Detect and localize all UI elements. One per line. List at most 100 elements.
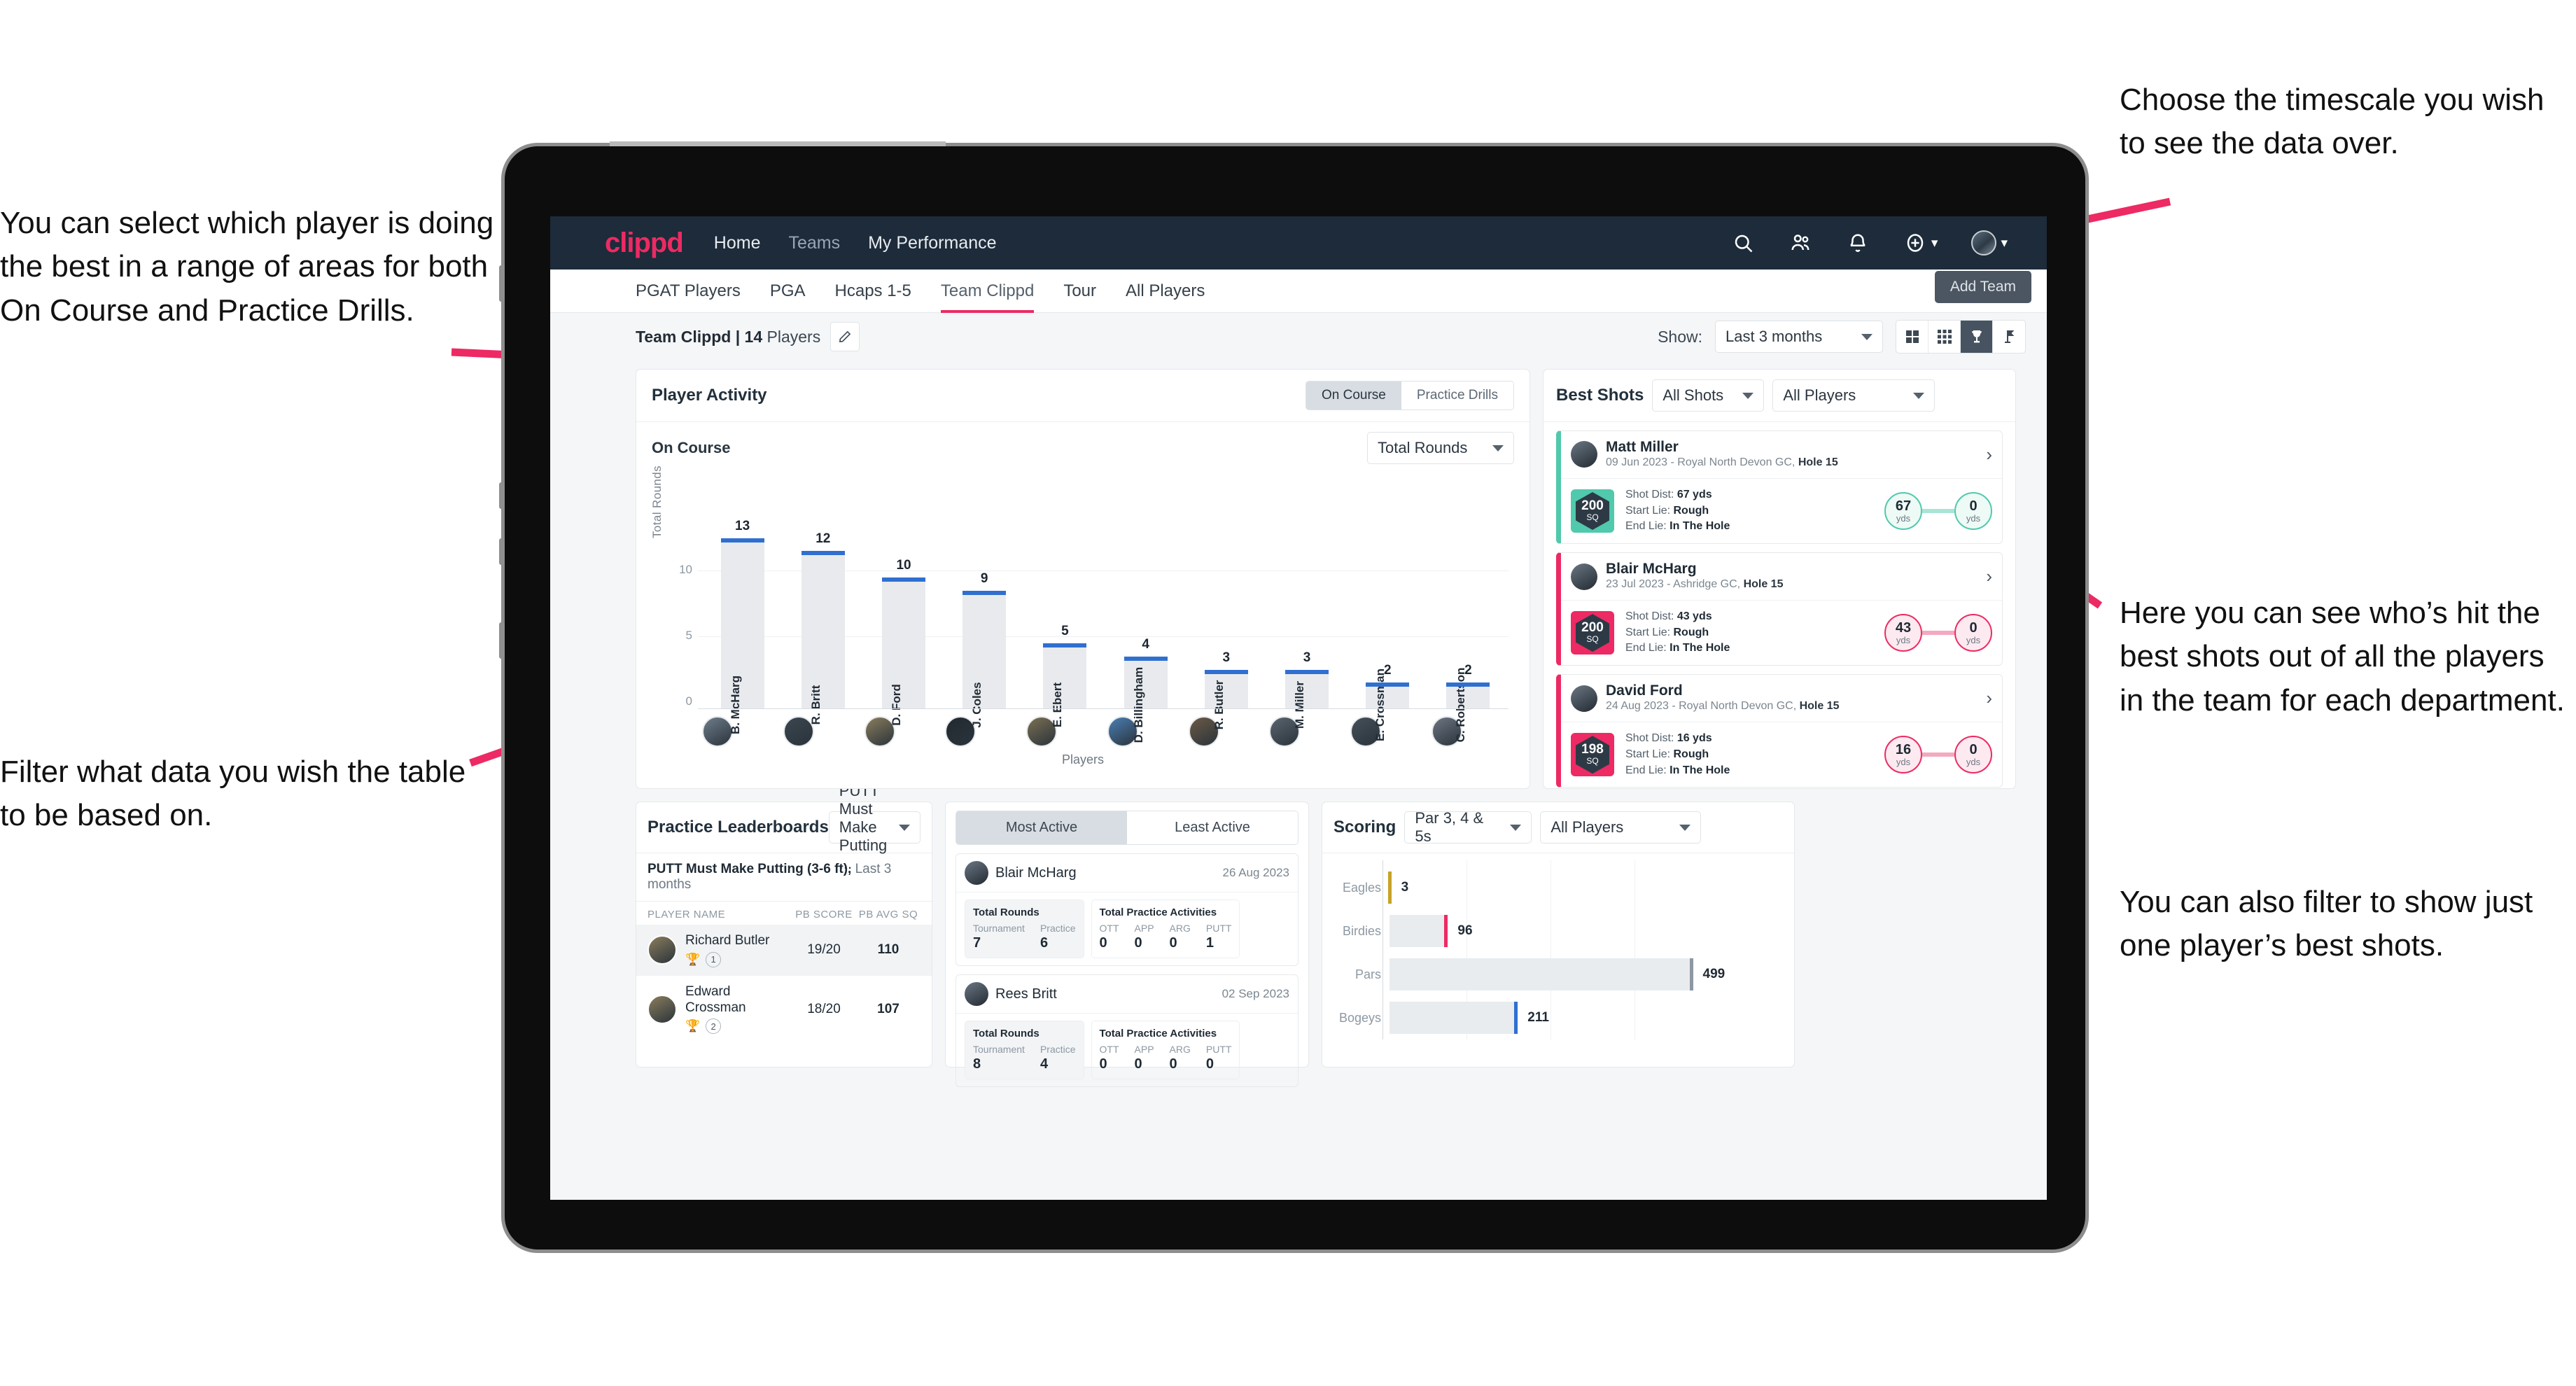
best-shots-player-select[interactable]: All Players (1772, 379, 1935, 412)
chart-bar-column[interactable]: 9 J. Coles (944, 471, 1025, 728)
tab-all-players[interactable]: All Players (1126, 270, 1205, 313)
scoring-player-select[interactable]: All Players (1540, 811, 1702, 844)
chart-bar-column[interactable]: 3 R. Butler (1186, 471, 1266, 729)
activity-player-card[interactable]: Blair McHarg 26 Aug 2023 Total Rounds Tourn… (955, 853, 1298, 966)
best-shot-details: Shot Dist: 43 yds Start Lie: Rough End Lie… (1625, 609, 1730, 657)
tab-least-active[interactable]: Least Active (1127, 811, 1298, 844)
toggle-practice-drills[interactable]: Practice Drills (1401, 382, 1513, 410)
start-lie-line: Start Lie: Rough (1625, 626, 1709, 638)
add-team-tooltip: Add Team (1934, 271, 2031, 303)
table-row[interactable]: Edward Crossman 🏆 2 18/20 107 (636, 976, 932, 1043)
chevron-down-icon (1679, 824, 1691, 831)
activity-card-header: Blair McHarg 26 Aug 2023 (956, 854, 1298, 892)
chart-bars: 13 B. McHarg 12 R. Britt 10 D. Ford 9 J. Coles 5… (702, 471, 1508, 743)
scoring-bar-row[interactable]: Birdies 96 (1338, 909, 1779, 953)
tab-pga[interactable]: PGA (770, 270, 806, 313)
people-icon[interactable] (1788, 231, 1812, 255)
best-shots-header: Best Shots All Shots All Players (1544, 370, 2015, 422)
leaderboard-player: Edward Crossman 🏆 2 (685, 984, 792, 1035)
search-icon[interactable] (1731, 231, 1755, 255)
nav-link-home[interactable]: Home (714, 233, 761, 253)
chart-bar-column[interactable]: 12 R. Britt (783, 471, 863, 724)
toggle-on-course[interactable]: On Course (1306, 382, 1401, 410)
player-name: Richard Butler (685, 933, 770, 948)
best-shot-hole: Hole 15 (1743, 578, 1784, 591)
table-row[interactable]: Richard Butler 🏆 1 19/20 110 (636, 925, 932, 976)
best-shot-header: Matt Miller 09 Jun 2023 - Royal North Dev… (1561, 431, 2002, 479)
trophy-icon[interactable] (1961, 321, 1993, 353)
bell-icon[interactable] (1846, 231, 1870, 255)
leaderboard-column-headers: PLAYER NAME PB SCORE PB AVG SQ (636, 902, 932, 925)
activity-card-body: Total Rounds Tournament 8 Practice 4 Total Pr… (956, 1014, 1298, 1086)
best-shot-player-name: David Ford (1606, 682, 1683, 699)
tab-most-active[interactable]: Most Active (956, 811, 1127, 844)
best-shot-meta: 24 Aug 2023 - Royal North Devon GC, Hole… (1606, 700, 1840, 713)
profile-menu[interactable]: ▾ (1971, 230, 2008, 255)
drill-select[interactable]: PUTT Must Make Putting ... (828, 782, 920, 872)
column-player-name: PLAYER NAME (648, 909, 726, 920)
scoring-bar-row[interactable]: Bogeys 211 (1338, 996, 1779, 1040)
best-shot-hole: Hole 15 (1799, 700, 1840, 713)
activity-metric: PUTT 0 (1205, 1044, 1232, 1072)
grid-large-icon[interactable] (1896, 321, 1928, 353)
player-activity-chart: Total Rounds 0 5 10 13 B. McHarg 12 R. Britt 1… (650, 465, 1508, 743)
timescale-select[interactable]: Last 3 months (1715, 321, 1883, 353)
scoring-card: Scoring Par 3, 4 & 5s All Players Eagles… (1322, 802, 1795, 1068)
chart-bar-column[interactable]: 5 E. Ebert (1025, 471, 1105, 727)
scoring-bar-value: 96 (1457, 923, 1473, 938)
avatar (648, 935, 677, 965)
chart-bar-column[interactable]: 2 E. Crossman (1348, 471, 1428, 741)
chart-bar-label: E. Ebert (1051, 682, 1065, 728)
nav-link-my-performance[interactable]: My Performance (868, 233, 996, 253)
flag-icon[interactable] (1993, 321, 2025, 353)
end-lie-line: End Lie: In The Hole (1625, 520, 1730, 533)
metric-select[interactable]: Total Rounds (1367, 432, 1514, 464)
best-shot-hole: Hole 15 (1798, 456, 1838, 469)
activity-list: Blair McHarg 26 Aug 2023 Total Rounds Tourn… (946, 853, 1308, 1087)
tab-tour[interactable]: Tour (1063, 270, 1096, 313)
avatar[interactable] (1971, 230, 1997, 255)
scoring-chart: Eagles 3 Birdies 96 Pars 499 Bogeys 211 (1322, 853, 1794, 1049)
best-shot-body: 200 SQ Shot Dist: 67 yds Start Lie: Rough En… (1561, 479, 2002, 543)
chart-bar-label: B. McHarg (728, 675, 742, 735)
chart-y-tick: 10 (679, 563, 692, 576)
add-menu[interactable]: ▾ (1903, 231, 1938, 255)
chevron-right-icon[interactable]: › (1986, 687, 1992, 709)
scoring-bar-track: 3 (1387, 872, 1779, 904)
clippd-logo[interactable]: clippd (605, 227, 684, 259)
plus-circle-icon[interactable] (1903, 231, 1927, 255)
scoring-bar-track: 96 (1390, 915, 1779, 947)
tab-pgat-players[interactable]: PGAT Players (636, 270, 741, 313)
activity-player-card[interactable]: Rees Britt 02 Sep 2023 Total Rounds Tournam… (955, 974, 1298, 1087)
shot-type-select[interactable]: All Shots (1652, 379, 1765, 412)
activity-metric: APP 0 (1134, 1044, 1154, 1072)
edit-team-button[interactable] (830, 322, 860, 351)
tablet-button-volume-up (499, 482, 505, 509)
scoring-bar-value: 211 (1527, 1010, 1549, 1025)
grid-small-icon[interactable] (1928, 321, 1961, 353)
par-select[interactable]: Par 3, 4 & 5s (1404, 809, 1532, 845)
best-shot-card[interactable]: Blair McHarg 23 Jul 2023 - Ashridge GC, H… (1556, 552, 2003, 666)
shot-quality-unit: SQ (1586, 634, 1599, 644)
chart-bar-column[interactable]: 10 D. Ford (863, 471, 944, 726)
chart-bar-column[interactable]: 13 B. McHarg (702, 471, 783, 734)
best-shot-card[interactable]: Matt Miller 09 Jun 2023 - Royal North Dev… (1556, 430, 2003, 545)
scoring-bar-row[interactable]: Pars 499 (1338, 953, 1779, 996)
best-shot-card[interactable]: David Ford 24 Aug 2023 - Royal North Devo… (1556, 674, 2003, 788)
dashboard-content: Player Activity On Course Practice Drill… (550, 360, 2047, 1087)
activity-card: Most Active Least Active Blair McHarg 26 … (945, 802, 1309, 1087)
scoring-bar-row[interactable]: Eagles 3 (1338, 866, 1779, 909)
tab-hcaps-1-5[interactable]: Hcaps 1-5 (835, 270, 911, 313)
chart-bar-value: 10 (896, 558, 911, 573)
tablet-button-bottom (499, 622, 505, 659)
chart-bar-column[interactable]: 2 C. Robertson (1428, 471, 1508, 742)
annotation-timescale: Choose the timescale you wish to see the… (2120, 83, 2544, 161)
tab-team-clippd[interactable]: Team Clippd (940, 270, 1035, 313)
chart-bar-column[interactable]: 3 M. Miller (1266, 471, 1347, 729)
rank-badge: 1 (706, 951, 722, 967)
chevron-right-icon[interactable]: › (1986, 566, 1992, 587)
nav-link-teams[interactable]: Teams (788, 233, 840, 253)
chart-bar-column[interactable]: 4 D. Billingham (1105, 471, 1186, 743)
chevron-right-icon[interactable]: › (1986, 444, 1992, 465)
chart-bar-label: M. Miller (1293, 680, 1307, 729)
